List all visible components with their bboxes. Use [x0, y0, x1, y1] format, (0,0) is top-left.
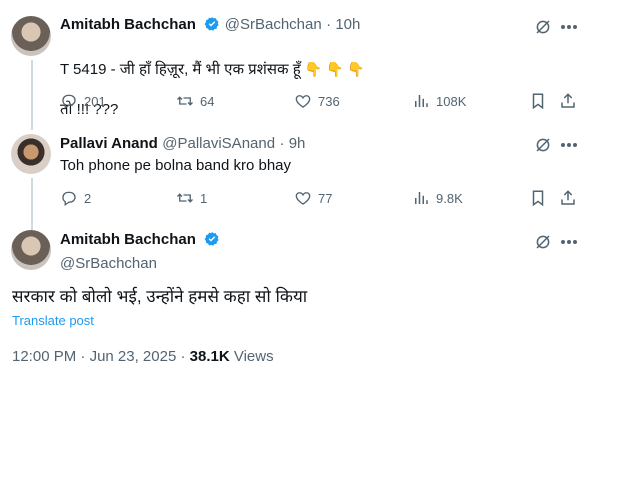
repost-icon: [177, 193, 193, 203]
author-handle[interactable]: @SrBachchan: [60, 255, 220, 272]
main-tweet-text: सरकार को बोलो भई, उन्होंने हमसे कहा सो क…: [12, 287, 308, 306]
pointing-down-emoji: 👇 👇 👇: [304, 61, 365, 77]
author-name[interactable]: Amitabh Bachchan: [60, 16, 196, 33]
heart-icon: [295, 95, 311, 108]
bookmark-icon[interactable]: [529, 92, 547, 110]
author-name[interactable]: Amitabh Bachchan: [60, 231, 196, 248]
more-options-icon[interactable]: [560, 136, 578, 154]
tweet-header: Amitabh Bachchan @SrBachchan · 10h: [60, 16, 360, 37]
avatar[interactable]: [11, 134, 51, 174]
like-button[interactable]: 77: [294, 189, 332, 207]
bookmark-icon[interactable]: [529, 189, 547, 207]
grok-icon[interactable]: [534, 136, 552, 154]
tweet-text: Toh phone pe bolna band kro bhay: [60, 157, 292, 174]
grok-icon[interactable]: [534, 18, 552, 36]
like-count: 736: [318, 93, 340, 109]
post-date[interactable]: Jun 23, 2025: [90, 348, 177, 365]
share-icon[interactable]: [559, 92, 577, 110]
reply-button[interactable]: 2: [60, 189, 91, 207]
author-handle[interactable]: @SrBachchan: [225, 16, 322, 33]
like-button[interactable]: 736: [294, 92, 340, 110]
like-count: 77: [318, 190, 333, 206]
heart-icon: [295, 192, 311, 205]
reply-count: 201: [84, 93, 106, 109]
repost-icon: [177, 96, 193, 106]
author-block: Amitabh Bachchan @SrBachchan: [60, 231, 220, 272]
post-meta: 12:00 PM · Jun 23, 2025 · 38.1K Views: [12, 348, 274, 365]
post-time[interactable]: 12:00 PM: [12, 348, 76, 365]
more-options-icon[interactable]: [560, 233, 578, 251]
tweet-text: T 5419 - जी हाँ हिज़ूर, मैं भी एक प्रशंस…: [60, 39, 580, 140]
reply-count: 2: [84, 190, 92, 206]
repost-count: 64: [200, 93, 215, 109]
avatar[interactable]: [11, 230, 51, 270]
verified-badge-icon: [204, 16, 220, 37]
share-icon[interactable]: [559, 189, 577, 207]
thread-line: [31, 60, 33, 130]
author-name[interactable]: Pallavi Anand: [60, 135, 158, 152]
thread-line: [31, 178, 33, 230]
author-handle[interactable]: @PallaviSAnand: [162, 135, 275, 152]
tweet-time[interactable]: 9h: [289, 135, 306, 152]
view-count: 9.8K: [436, 190, 463, 206]
grok-icon[interactable]: [534, 233, 552, 251]
views-icon: [415, 192, 428, 204]
views-button[interactable]: 9.8K: [412, 189, 463, 207]
view-count: 108K: [436, 93, 467, 109]
tweet-time[interactable]: 10h: [335, 16, 360, 33]
repost-count: 1: [200, 190, 208, 206]
tweet-header: Pallavi Anand @PallaviSAnand · 9h: [60, 135, 306, 152]
tweet-line: T 5419 - जी हाँ हिज़ूर, मैं भी एक प्रशंस…: [60, 61, 301, 78]
translate-post-link[interactable]: Translate post: [12, 313, 94, 328]
reply-icon: [62, 191, 76, 207]
views-button[interactable]: 108K: [412, 92, 466, 110]
repost-button[interactable]: 64: [176, 92, 214, 110]
views-label: Views: [233, 348, 274, 365]
avatar[interactable]: [11, 16, 51, 56]
reply-icon: [62, 94, 76, 110]
views-count: 38.1K: [189, 348, 230, 365]
more-options-icon[interactable]: [560, 18, 578, 36]
reply-button[interactable]: 201: [60, 92, 106, 110]
views-icon: [415, 95, 428, 107]
repost-button[interactable]: 1: [176, 189, 207, 207]
verified-badge-icon: [204, 231, 220, 252]
